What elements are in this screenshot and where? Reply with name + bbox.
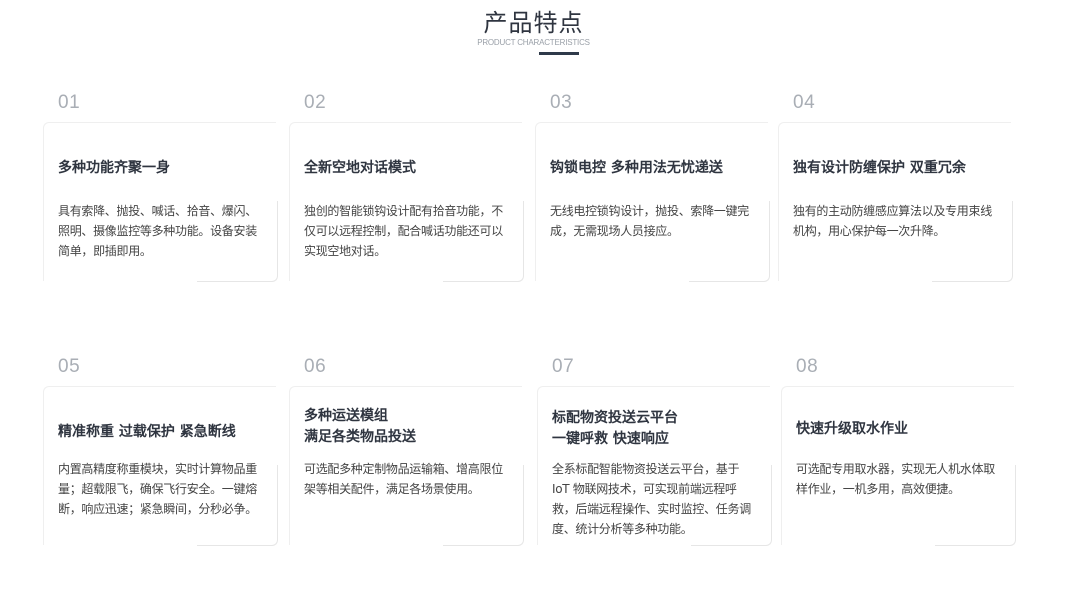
feature-title: 独有设计防缠保护 双重冗余 bbox=[793, 160, 966, 176]
feature-title: 标配物资投送云平台 一键呼救 快速响应 bbox=[552, 408, 767, 450]
feature-number: 07 bbox=[552, 356, 575, 377]
feature-card-08: 08 快速升级取水作业 可选配专用取水器，实现无人机水体取样作业，一机多用，高效… bbox=[781, 356, 1017, 546]
feature-number: 03 bbox=[550, 92, 573, 113]
feature-card-01: 01 多种功能齐聚一身 具有索降、抛投、喊话、拾音、爆闪、照明、摄像监控等多种功… bbox=[43, 92, 279, 282]
feature-description: 内置高精度称重模块，实时计算物品重量；超载限飞，确保飞行安全。一键熔断，响应迅速… bbox=[58, 462, 257, 516]
feature-description: 无线电控锁钩设计，抛投、索降一键完成，无需现场人员接应。 bbox=[550, 204, 749, 238]
feature-description: 可选配专用取水器，实现无人机水体取样作业，一机多用，高效便捷。 bbox=[796, 462, 995, 496]
feature-description: 独有的主动防缠感应算法以及专用束线机构，用心保护每一次升降。 bbox=[793, 204, 992, 238]
feature-title-line: 多种运送模组 bbox=[304, 408, 388, 424]
feature-card-07: 07 标配物资投送云平台 一键呼救 快速响应 全系标配智能物资投送云平台，基于 … bbox=[537, 356, 773, 546]
page-title: 产品特点 bbox=[483, 9, 584, 37]
feature-title: 快速升级取水作业 bbox=[796, 421, 908, 437]
feature-number: 06 bbox=[304, 356, 327, 377]
feature-number: 04 bbox=[793, 92, 816, 113]
feature-number: 02 bbox=[304, 92, 327, 113]
feature-description: 独创的智能锁钩设计配有拾音功能，不仅可以远程控制，配合喊话功能还可以实现空地对话… bbox=[304, 204, 503, 258]
feature-description: 具有索降、抛投、喊话、拾音、爆闪、照明、摄像监控等多种功能。设备安装简单，即插即… bbox=[58, 204, 257, 258]
feature-card-05: 05 精准称重 过载保护 紧急断线 内置高精度称重模块，实时计算物品重量；超载限… bbox=[43, 356, 279, 546]
feature-description: 可选配多种定制物品运输箱、增高限位架等相关配件，满足各场景使用。 bbox=[304, 462, 503, 496]
feature-card-03: 03 钩锁电控 多种用法无忧递送 无线电控锁钩设计，抛投、索降一键完成，无需现场… bbox=[535, 92, 771, 282]
feature-title: 钩锁电控 多种用法无忧递送 bbox=[550, 160, 723, 176]
feature-title-line: 满足各类物品投送 bbox=[304, 429, 416, 445]
feature-card-02: 02 全新空地对话模式 独创的智能锁钩设计配有拾音功能，不仅可以远程控制，配合喊… bbox=[289, 92, 525, 282]
feature-card-04: 04 独有设计防缠保护 双重冗余 独有的主动防缠感应算法以及专用束线机构，用心保… bbox=[778, 92, 1014, 282]
feature-description: 全系标配智能物资投送云平台，基于 IoT 物联网技术，可实现前端远程呼救，后端远… bbox=[552, 462, 751, 536]
feature-title: 精准称重 过载保护 紧急断线 bbox=[58, 424, 236, 440]
feature-title-line: 标配物资投送云平台 bbox=[552, 410, 678, 426]
feature-number: 01 bbox=[58, 92, 81, 113]
title-underline bbox=[539, 52, 579, 55]
feature-title-line: 一键呼救 快速响应 bbox=[552, 431, 669, 447]
page-subtitle: PRODUCT CHARACTERISTICS bbox=[477, 38, 590, 47]
feature-number: 08 bbox=[796, 356, 819, 377]
feature-title: 多种功能齐聚一身 bbox=[58, 160, 170, 176]
feature-number: 05 bbox=[58, 356, 81, 377]
feature-title: 多种运送模组 满足各类物品投送 bbox=[304, 406, 519, 448]
feature-title: 全新空地对话模式 bbox=[304, 160, 416, 176]
feature-card-06: 06 多种运送模组 满足各类物品投送 可选配多种定制物品运输箱、增高限位架等相关… bbox=[289, 356, 525, 546]
